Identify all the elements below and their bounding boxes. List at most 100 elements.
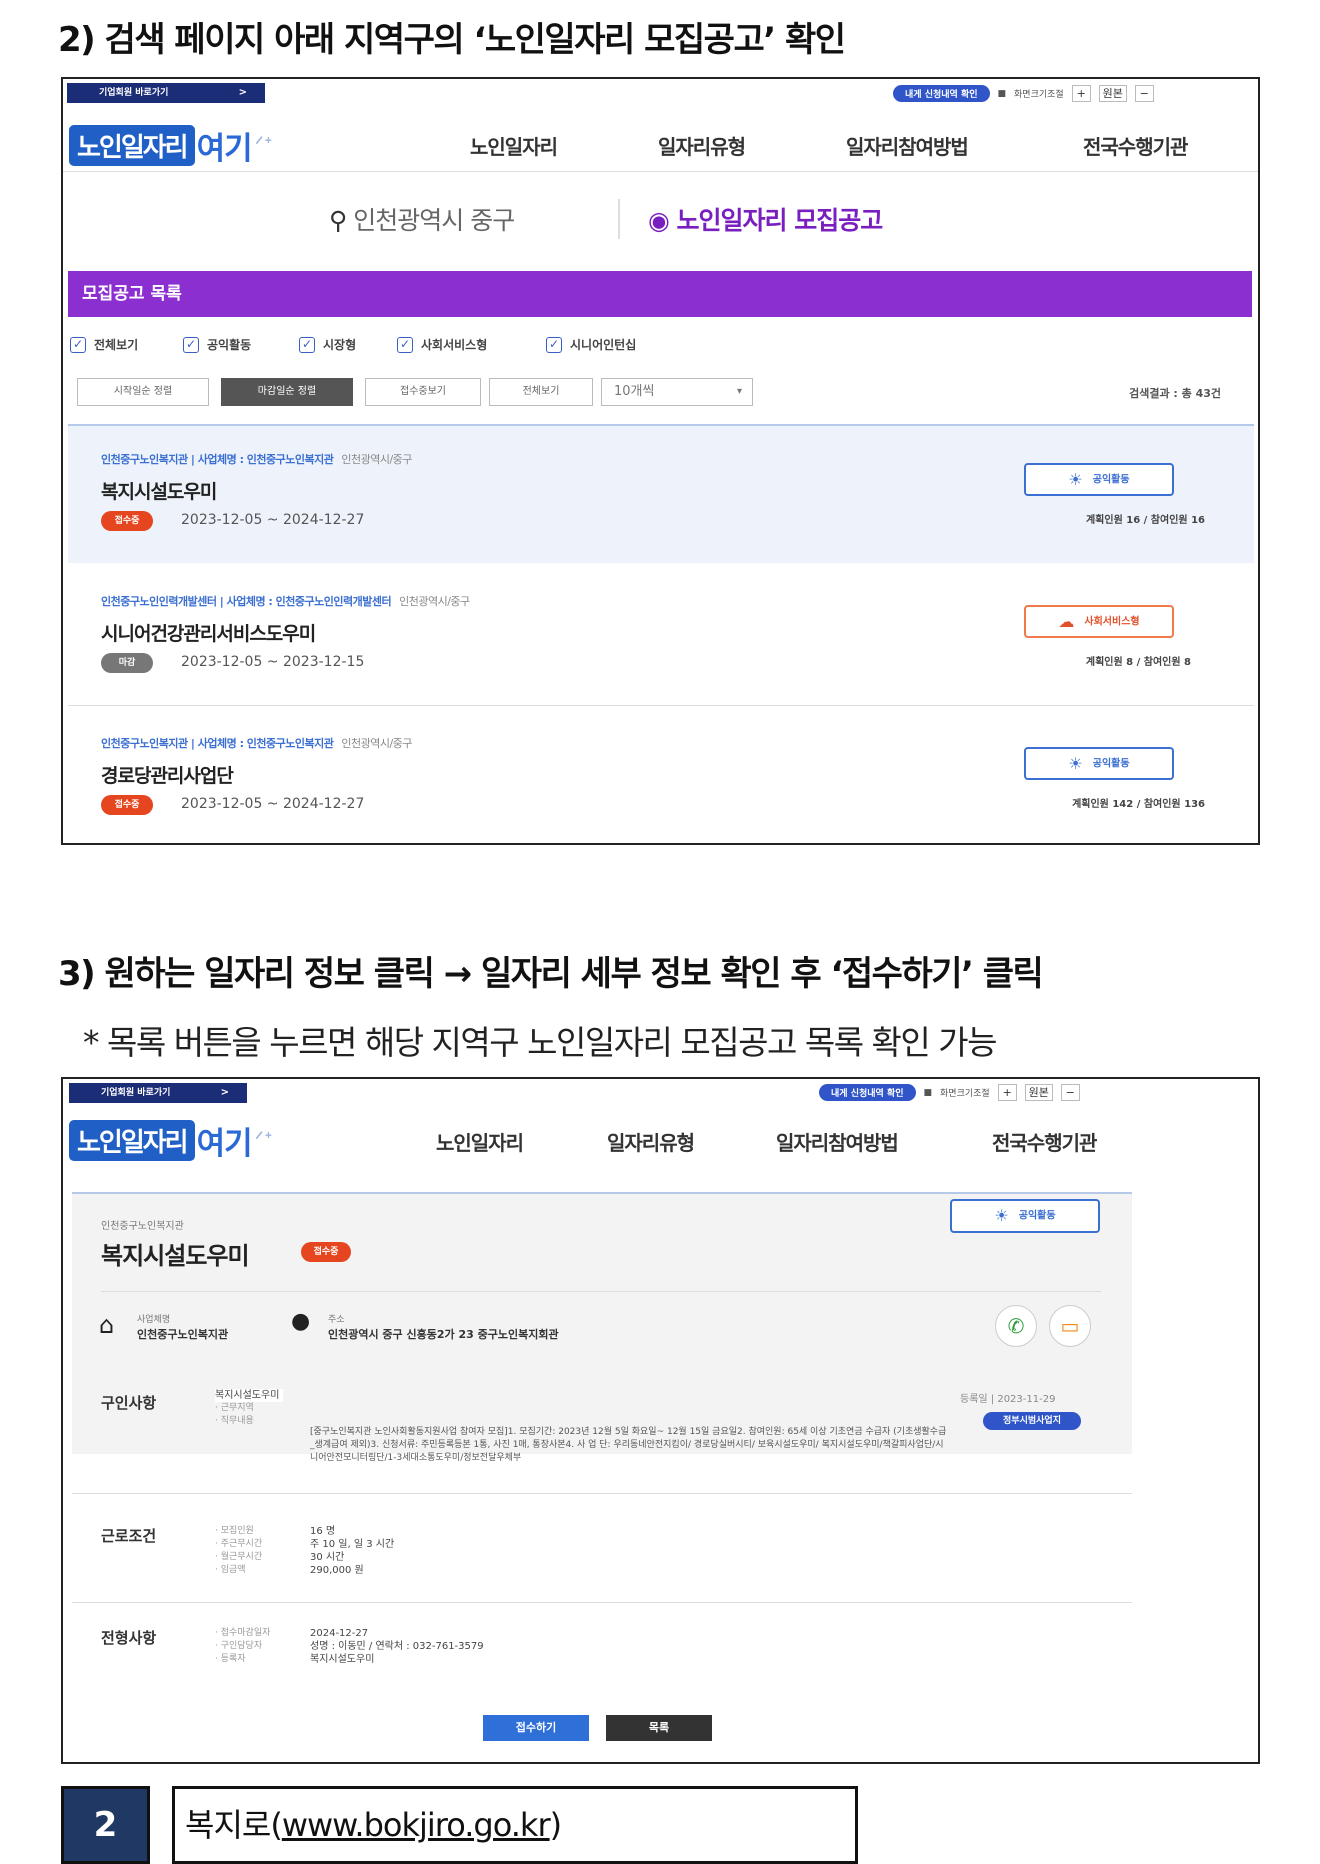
- checkbox-label: 공익활동: [207, 338, 252, 352]
- screening-labels: · 접수마감일자 · 구인담당자 · 등록자: [215, 1628, 271, 1664]
- location-pin-icon: ⚲: [329, 206, 347, 235]
- footer-site-link[interactable]: www.bokjiro.go.kr: [282, 1806, 551, 1844]
- detail-title: 복지시설도우미: [101, 1242, 250, 1270]
- nav-how-to-join[interactable]: 일자리참여방법: [846, 131, 969, 160]
- circle-person-icon: ◉: [648, 206, 670, 235]
- row-divider: [68, 705, 1254, 706]
- result-count: 검색결과 : 총 43건: [1129, 387, 1221, 400]
- apply-button[interactable]: 접수하기: [483, 1715, 589, 1741]
- nav-job-types[interactable]: 일자리유형: [658, 131, 746, 160]
- lightbulb-icon: ☀: [1068, 470, 1083, 489]
- sort-start-button[interactable]: 시작일순 정렬: [77, 378, 209, 406]
- zoom-reset-button[interactable]: 원본: [1098, 85, 1127, 102]
- region-text: 인천광역시 중구: [353, 206, 515, 235]
- filter-social-service-checkbox[interactable]: ✓ 사회서비스형: [397, 336, 487, 353]
- filter-all-checkbox[interactable]: ✓ 전체보기: [70, 336, 138, 353]
- nav-agencies[interactable]: 전국수행기관: [992, 1127, 1097, 1156]
- logo-swirl-icon: ᐟᐩ: [254, 1128, 273, 1153]
- checkbox-label: 시장형: [323, 338, 357, 352]
- phone-icon[interactable]: ✆: [995, 1305, 1037, 1347]
- address-value: 인천광역시 중구 신흥동2가 23 중구노인복지회관: [328, 1328, 559, 1341]
- filter-market-checkbox[interactable]: ✓ 시장형: [299, 336, 356, 353]
- show-all-button[interactable]: 전체보기: [489, 378, 593, 406]
- corporate-member-label: 기업회원 바로가기: [101, 1088, 171, 1098]
- type-tag: ☀ 공익활동: [1024, 463, 1174, 496]
- site-logo[interactable]: 노인일자리 여기 ᐟᐩ: [69, 1118, 273, 1163]
- type-tag-label: 공익활동: [1092, 758, 1130, 770]
- item-dates: 2023-12-05 ~ 2024-12-27: [181, 796, 365, 812]
- zoom-reset-button[interactable]: 원본: [1024, 1084, 1053, 1101]
- filter-senior-intern-checkbox[interactable]: ✓ 시니어인턴십: [546, 336, 636, 353]
- zoom-out-button[interactable]: −: [1060, 1084, 1080, 1101]
- list-title-bar: 모집공고 목록: [68, 271, 1252, 317]
- list-button[interactable]: 목록: [606, 1715, 712, 1741]
- house-icon: ⌂: [99, 1311, 115, 1339]
- nav-senior-jobs[interactable]: 노인일자리: [436, 1127, 524, 1156]
- zoom-out-button[interactable]: −: [1134, 85, 1154, 102]
- nav-job-types[interactable]: 일자리유형: [607, 1127, 695, 1156]
- location-pin-icon: ●: [291, 1309, 311, 1334]
- item-title[interactable]: 경로당관리사업단: [101, 761, 234, 788]
- lightbulb-icon: ☀: [994, 1206, 1009, 1225]
- corporate-member-label: 기업회원 바로가기: [99, 88, 169, 98]
- site-logo[interactable]: 노인일자리 여기 ᐟᐩ: [69, 123, 273, 168]
- footer-site: 복지로(www.bokjiro.go.kr): [172, 1786, 858, 1864]
- section-divider: [72, 1602, 1132, 1603]
- chevron-right-icon: >: [238, 87, 247, 98]
- home-icon[interactable]: ■: [998, 89, 1007, 99]
- type-tag: ☀ 공익활동: [1024, 747, 1174, 780]
- header-divider: [63, 171, 1258, 172]
- program-pill: 정부시범사업지: [983, 1412, 1081, 1430]
- recruit-title: ◉ 노인일자리 모집공고: [648, 201, 883, 237]
- item-title[interactable]: 시니어건강관리서비스도우미: [101, 619, 316, 646]
- screenshot-listing: 기업회원 바로가기 > 내게 신청내역 확인 ■ 화면크기조절 + 원본 − 노…: [61, 77, 1260, 845]
- filter-public-checkbox[interactable]: ✓ 공익활동: [183, 336, 251, 353]
- status-badge: 접수중: [301, 1242, 351, 1262]
- home-icon[interactable]: ■: [924, 1088, 933, 1098]
- checkbox-label: 시니어인턴십: [570, 338, 637, 352]
- chevron-down-icon: ▾: [736, 386, 742, 397]
- open-only-button[interactable]: 접수중보기: [365, 378, 481, 406]
- logo-main-text: 노인일자리: [69, 125, 195, 166]
- summary-divider: [101, 1291, 1101, 1292]
- item-org: 인천중구노인인력개발센터 | 사업체명 : 인천중구노인인력개발센터: [101, 595, 392, 608]
- zoom-label: 화면크기조절: [1014, 90, 1064, 100]
- condition-weekly-hours: 주 10 일, 일 3 시간: [310, 1539, 395, 1550]
- corporate-member-button[interactable]: 기업회원 바로가기 >: [69, 1083, 247, 1103]
- business-value: 인천중구노인복지관: [137, 1328, 229, 1341]
- page-size-value: 10개씩: [614, 384, 655, 399]
- page-number: 2: [61, 1786, 150, 1864]
- condition-headcount: 16 명: [310, 1526, 336, 1537]
- type-tag-label: 공익활동: [1018, 1210, 1056, 1222]
- hiring-job: 복지시설도우미: [215, 1389, 284, 1402]
- page-size-select[interactable]: 10개씩 ▾: [601, 378, 753, 406]
- conditions-section-title: 근로조건: [101, 1527, 157, 1545]
- zoom-in-button[interactable]: +: [997, 1084, 1017, 1101]
- check-icon: ✓: [397, 336, 413, 353]
- nav-how-to-join[interactable]: 일자리참여방법: [776, 1127, 899, 1156]
- lightbulb-icon: ☀: [1068, 754, 1083, 773]
- corporate-member-button[interactable]: 기업회원 바로가기 >: [67, 83, 265, 103]
- sort-deadline-button[interactable]: 마감일순 정렬: [221, 378, 353, 406]
- screening-section-title: 전형사항: [101, 1629, 157, 1647]
- zoom-in-button[interactable]: +: [1071, 85, 1091, 102]
- check-icon: ✓: [70, 336, 86, 353]
- application-history-button[interactable]: 내게 신청내역 확인: [893, 85, 990, 102]
- status-badge: 접수중: [101, 795, 153, 815]
- utility-bar: 내게 신청내역 확인 ■ 화면크기조절 + 원본 −: [893, 85, 1154, 102]
- check-icon: ✓: [299, 336, 315, 353]
- item-dates: 2023-12-05 ~ 2023-12-15: [181, 654, 365, 670]
- logo-sub-text: 여기: [196, 131, 253, 167]
- application-history-button[interactable]: 내게 신청내역 확인: [819, 1084, 916, 1101]
- section-3-note: * 목록 버튼을 누르면 해당 지역구 노인일자리 모집공고 목록 확인 가능: [83, 1023, 997, 1062]
- item-title[interactable]: 복지시설도우미: [101, 477, 217, 504]
- monitor-icon[interactable]: ▭: [1049, 1305, 1091, 1347]
- registered-date: 등록일 | 2023-11-29: [960, 1394, 1056, 1405]
- item-meta: 인천중구노인복지관 | 사업체명 : 인천중구노인복지관 인천광역시/중구: [101, 451, 412, 467]
- type-tag: ☀ 공익활동: [950, 1199, 1100, 1233]
- nav-agencies[interactable]: 전국수행기관: [1083, 131, 1188, 160]
- nav-senior-jobs[interactable]: 노인일자리: [470, 131, 558, 160]
- item-persons: 계획인원 142 / 참여인원 136: [1072, 799, 1205, 810]
- region-label: ⚲ 인천광역시 중구: [329, 201, 515, 237]
- logo-sub-text: 여기: [196, 1126, 253, 1162]
